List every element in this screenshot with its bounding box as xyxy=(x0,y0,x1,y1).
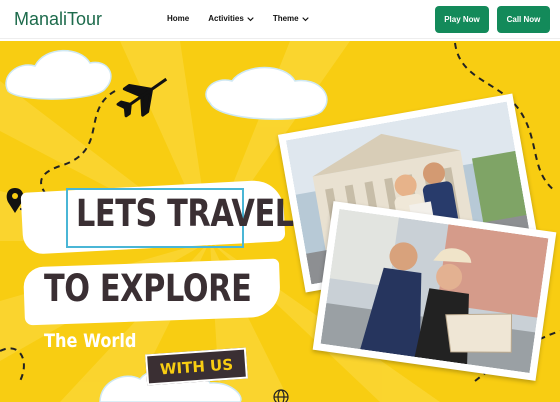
play-now-button[interactable]: Play Now xyxy=(435,6,489,33)
menu-item-home[interactable]: Home xyxy=(167,14,189,23)
navbar: ManaliTour Home Activities Theme Play No… xyxy=(0,0,560,39)
main-menu: Home Activities Theme xyxy=(167,14,328,23)
menu-item-theme[interactable]: Theme xyxy=(273,14,309,23)
menu-item-activities[interactable]: Activities xyxy=(208,14,254,23)
headline-line-2: TO EXPLORE xyxy=(44,267,252,310)
chevron-down-icon xyxy=(247,16,254,21)
call-now-button[interactable]: Call Now xyxy=(497,6,550,33)
menu-item-label: Home xyxy=(167,14,190,23)
headline-line-1: LETS TRAVEL xyxy=(76,192,294,235)
hero-banner: LETS TRAVEL TO EXPLORE The World WITH US xyxy=(0,41,560,402)
brand-logo[interactable]: ManaliTour xyxy=(14,9,102,30)
photo-card xyxy=(312,201,557,381)
headline-line-3: The World xyxy=(44,330,137,352)
travel-photo xyxy=(320,208,549,374)
menu-item-label: Activities xyxy=(208,14,244,23)
chevron-down-icon xyxy=(301,16,309,21)
menu-item-label: Theme xyxy=(272,14,299,23)
